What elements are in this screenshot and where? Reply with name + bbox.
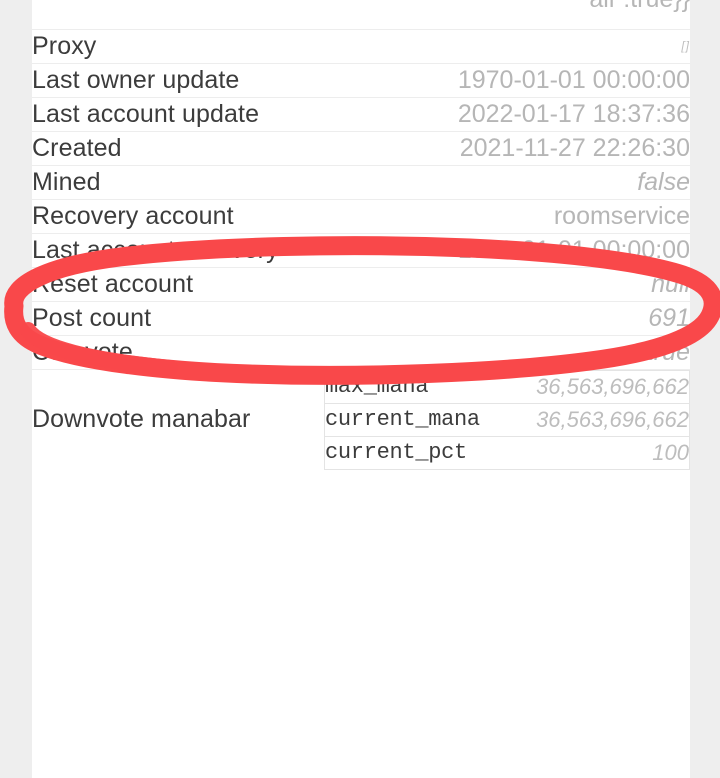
row-value-post-count: 691 <box>648 304 690 332</box>
row-label-can-vote: Can vote <box>32 338 133 366</box>
row-label-proxy: Proxy <box>32 32 97 60</box>
manabar-key-max-mana: max_mana <box>324 370 501 404</box>
row-value-last-account-recovery: 1970-01-01 00:00:00 <box>457 236 690 264</box>
downvote-manabar-body: max_mana 36,563,696,662 current_mana 36,… <box>324 370 690 470</box>
clipped-row-value: ail":true}} <box>324 0 690 17</box>
manabar-value-max-mana: 36,563,696,662 <box>501 370 690 404</box>
table-row-created[interactable]: Created 2021-11-27 22:26:30 <box>32 132 690 166</box>
clipped-row-label <box>32 0 324 30</box>
row-label-last-account-recovery: Last account recovery <box>32 236 279 264</box>
table-row-clipped-top: ail":true}} <box>32 0 690 30</box>
row-value-proxy: [] <box>681 38 690 53</box>
table-row-reset-account[interactable]: Reset account null <box>32 268 690 302</box>
row-value-reset-account: null <box>651 270 690 298</box>
row-value-mined: false <box>637 168 690 196</box>
row-label-downvote-manabar: Downvote manabar <box>32 405 251 434</box>
table-row-post-count[interactable]: Post count 691 <box>32 302 690 336</box>
row-label-mined: Mined <box>32 168 101 196</box>
manabar-value-current-pct: 100 <box>652 439 689 465</box>
manabar-row-max-mana[interactable]: max_mana 36,563,696,662 <box>324 370 690 404</box>
row-label-post-count: Post count <box>32 304 152 332</box>
table-row-last-account-update[interactable]: Last account update 2022-01-17 18:37:36 <box>32 98 690 132</box>
row-label-recovery-account: Recovery account <box>32 202 234 230</box>
table-row-downvote-manabar[interactable]: Downvote manabar max_mana 36,563,696,662… <box>32 370 690 470</box>
row-value-recovery-account: roomservice <box>553 202 690 230</box>
row-label-last-account-update: Last account update <box>32 100 260 128</box>
account-details-card: ail":true}} Proxy [] Last owner update 1… <box>32 0 690 778</box>
manabar-value-current-mana: 36,563,696,662 <box>501 403 690 437</box>
table-body: ail":true}} Proxy [] Last owner update 1… <box>32 0 690 470</box>
downvote-manabar-nested-cell: max_mana 36,563,696,662 current_mana 36,… <box>324 370 690 470</box>
table-row-mined[interactable]: Mined false <box>32 166 690 200</box>
account-properties-table: ail":true}} Proxy [] Last owner update 1… <box>32 0 690 470</box>
manabar-key-current-mana: current_mana <box>324 403 501 437</box>
manabar-key-current-pct: current_pct <box>325 440 467 466</box>
screen: ail":true}} Proxy [] Last owner update 1… <box>0 0 720 778</box>
manabar-row-current-mana[interactable]: current_mana 36,563,696,662 <box>324 403 690 437</box>
table-row-can-vote[interactable]: Can vote true <box>32 336 690 370</box>
row-value-can-vote: true <box>646 338 690 366</box>
row-label-last-owner-update: Last owner update <box>32 66 240 94</box>
table-row-last-owner-update[interactable]: Last owner update 1970-01-01 00:00:00 <box>32 64 690 98</box>
downvote-manabar-table: max_mana 36,563,696,662 current_mana 36,… <box>324 370 690 470</box>
table-row-last-account-recovery[interactable]: Last account recovery 1970-01-01 00:00:0… <box>32 234 690 268</box>
row-value-last-account-update: 2022-01-17 18:37:36 <box>457 100 690 128</box>
row-value-created: 2021-11-27 22:26:30 <box>459 134 690 162</box>
manabar-row-current-pct[interactable]: current_pct 100 <box>325 436 690 469</box>
row-value-last-owner-update: 1970-01-01 00:00:00 <box>457 66 690 94</box>
row-label-reset-account: Reset account <box>32 270 194 298</box>
table-row-recovery-account[interactable]: Recovery account roomservice <box>32 200 690 234</box>
table-row-proxy[interactable]: Proxy [] <box>32 30 690 64</box>
row-label-created: Created <box>32 134 122 162</box>
